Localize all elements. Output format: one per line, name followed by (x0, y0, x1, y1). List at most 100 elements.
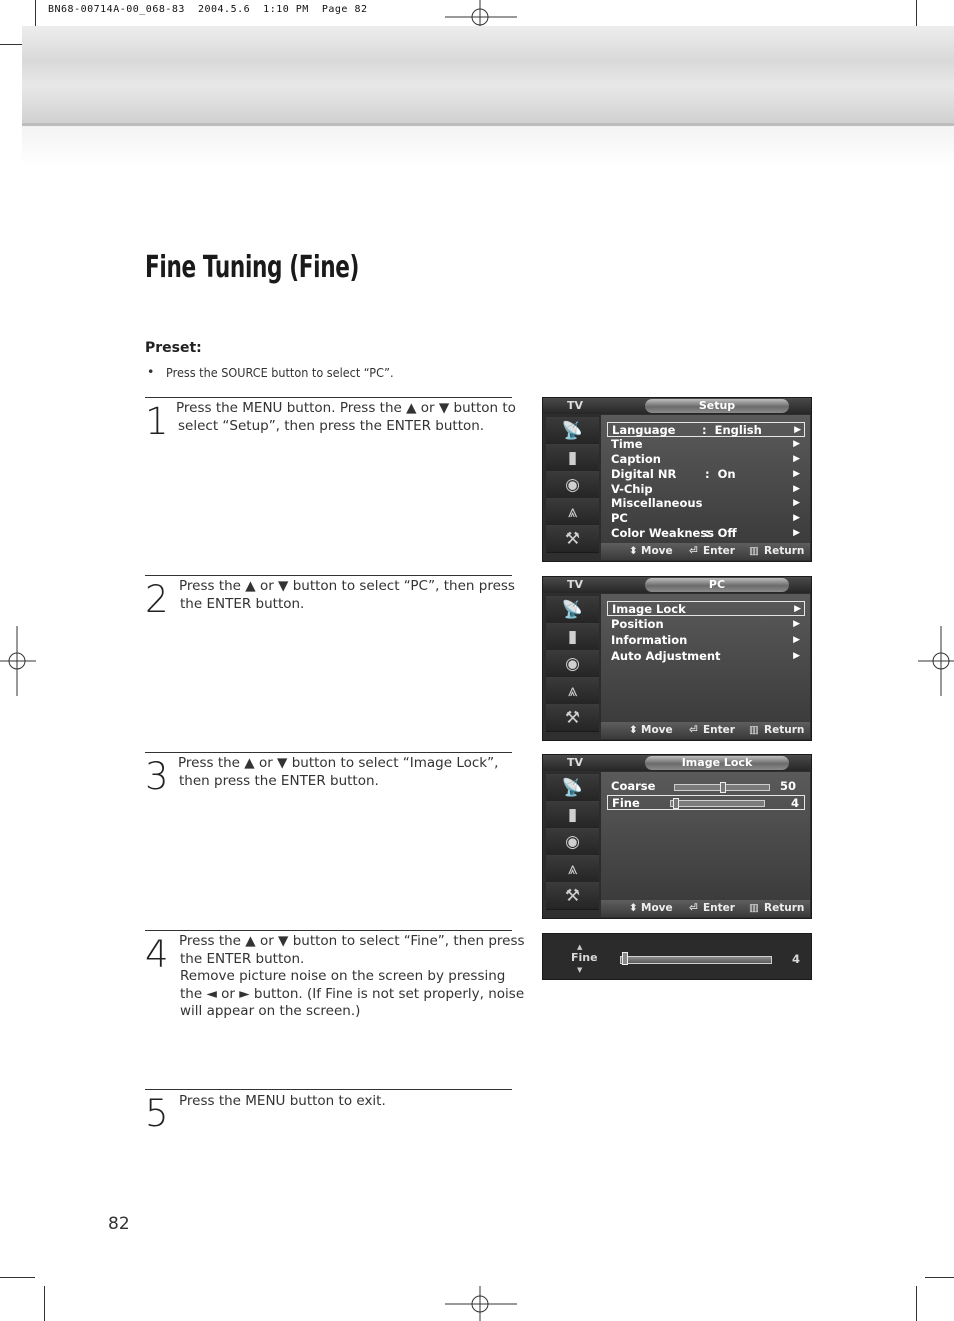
osd-setup-menu: TV Setup 📡 ▮ ◉ ⩓ ⚒ Language : English ▶ … (542, 397, 812, 562)
fine-slider-track[interactable] (670, 798, 765, 809)
menu-item-auto-adjustment[interactable]: Auto Adjustment ▶ (611, 649, 802, 664)
menu-item-time[interactable]: Time ▶ (611, 437, 802, 452)
osd-help-bar: ⬍ Move ⏎ Enter ▥ Return (601, 543, 810, 560)
menu-item-pc[interactable]: PC ▶ (611, 511, 802, 526)
sound-disc-icon[interactable]: ◉ (546, 828, 599, 856)
channel-antenna-icon[interactable]: ⩓ (546, 677, 599, 705)
osd-tv-label: TV (567, 756, 584, 769)
step-line: the ENTER button. (180, 595, 305, 612)
step-number: 4 (145, 933, 169, 976)
value-separator: : (702, 423, 707, 437)
fine-label: Fine (571, 951, 598, 964)
menu-item-information[interactable]: Information ▶ (611, 633, 802, 648)
submenu-arrow-icon: ▶ (793, 635, 800, 645)
move-icon: ⬍ (629, 902, 638, 914)
menu-item-language[interactable]: Language : English ▶ (607, 422, 805, 437)
page-title: Fine Tuning (Fine) (145, 250, 360, 285)
speaker-icon[interactable]: ▮ (546, 444, 599, 472)
fine-slider-track[interactable] (620, 956, 772, 964)
menu-item-digital-nr[interactable]: Digital NR : On ▶ (611, 467, 802, 482)
crop-mark (925, 1277, 954, 1278)
move-hint: Move (641, 545, 673, 557)
step-divider (145, 1089, 512, 1090)
menu-item-position[interactable]: Position ▶ (611, 617, 802, 632)
menu-item-label: Miscellaneous (611, 496, 703, 510)
channel-antenna-icon[interactable]: ⩓ (546, 498, 599, 526)
down-arrow-icon[interactable]: ▼ (577, 966, 582, 974)
menu-item-label: V-Chip (611, 482, 653, 496)
step-number: 5 (145, 1092, 169, 1135)
step-number: 3 (145, 755, 169, 798)
osd-tv-label: TV (567, 399, 584, 412)
submenu-arrow-icon: ▶ (793, 439, 800, 449)
slider-value: 4 (790, 796, 799, 810)
value-text: Off (717, 526, 737, 540)
preset-text: Press the SOURCE button to select “PC”. (166, 365, 394, 380)
header-fade (22, 126, 954, 166)
print-info: BN68-00714A-00_068-83 2004.5.6 1:10 PM P… (48, 4, 368, 15)
menu-item-miscellaneous[interactable]: Miscellaneous ▶ (611, 496, 802, 511)
satellite-dish-icon[interactable]: 📡 (546, 417, 599, 445)
slider-label: Coarse (611, 779, 656, 793)
satellite-dish-icon[interactable]: 📡 (546, 774, 599, 802)
move-hint: Move (641, 902, 673, 914)
osd-icon-sidebar: 📡 ▮ ◉ ⩓ ⚒ (544, 415, 601, 553)
satellite-dish-icon[interactable]: 📡 (546, 596, 599, 624)
header-band (22, 26, 954, 126)
submenu-arrow-icon: ▶ (793, 469, 800, 479)
slider-row-coarse[interactable]: Coarse 50 (611, 779, 802, 794)
menu-item-caption[interactable]: Caption ▶ (611, 452, 802, 467)
slider-row-fine[interactable]: Fine 4 (607, 795, 805, 810)
up-arrow-icon[interactable]: ▲ (577, 943, 582, 951)
step-line: Press the MENU button. Press the ▲ or ▼ … (176, 400, 516, 416)
setup-tools-icon[interactable]: ⚒ (546, 704, 599, 732)
submenu-arrow-icon: ▶ (794, 425, 801, 435)
step-divider (145, 575, 512, 576)
step-divider (145, 752, 512, 753)
menu-item-label: Time (611, 437, 643, 451)
submenu-arrow-icon: ▶ (793, 513, 800, 523)
osd-menu-panel: Language : English ▶ Time ▶ Caption ▶ Di… (601, 415, 810, 543)
setup-tools-icon[interactable]: ⚒ (546, 525, 599, 553)
menu-item-label: Caption (611, 452, 661, 466)
step-line: the ENTER button. (180, 950, 305, 967)
step-line: Press the ▲ or ▼ button to select “Image… (178, 755, 499, 771)
osd-menu-panel: Image Lock ▶ Position ▶ Information ▶ Au… (601, 594, 810, 722)
enter-hint: Enter (703, 724, 735, 736)
setup-tools-icon[interactable]: ⚒ (546, 882, 599, 910)
menu-item-color-weakness[interactable]: Color Weakness : Off ▶ (611, 526, 802, 541)
step-line: then press the ENTER button. (179, 772, 379, 789)
step-number: 1 (145, 400, 169, 443)
sound-disc-icon[interactable]: ◉ (546, 650, 599, 678)
fine-slider-knob[interactable] (622, 952, 628, 965)
crop-mark (0, 1277, 35, 1278)
osd-pc-menu: TV PC 📡 ▮ ◉ ⩓ ⚒ Image Lock ▶ Position ▶ … (542, 576, 812, 741)
value-separator: : (705, 526, 710, 540)
menu-item-image-lock[interactable]: Image Lock ▶ (607, 601, 805, 616)
return-icon: ▥ (749, 902, 759, 914)
menu-item-value: : On (705, 467, 736, 482)
menu-item-label: Auto Adjustment (611, 649, 721, 663)
preset-bullet: • (147, 364, 155, 379)
coarse-slider-knob[interactable] (720, 782, 726, 793)
step-line: select “Setup”, then press the ENTER but… (178, 417, 485, 434)
move-icon: ⬍ (629, 724, 638, 736)
enter-hint: Enter (703, 902, 735, 914)
menu-item-label: Language (612, 423, 676, 437)
osd-help-bar: ⬍ Move ⏎ Enter ▥ Return (601, 900, 810, 917)
step-line: Remove picture noise on the screen by pr… (180, 968, 506, 985)
speaker-icon[interactable]: ▮ (546, 623, 599, 651)
menu-item-v-chip[interactable]: V-Chip ▶ (611, 482, 802, 497)
speaker-icon[interactable]: ▮ (546, 801, 599, 829)
menu-item-label: Information (611, 633, 688, 647)
sound-disc-icon[interactable]: ◉ (546, 471, 599, 499)
channel-antenna-icon[interactable]: ⩓ (546, 855, 599, 883)
fine-slider-knob[interactable] (673, 798, 679, 809)
menu-item-label: Color Weakness (611, 526, 715, 540)
step-line: Press the ▲ or ▼ button to select “Fine”… (179, 933, 525, 949)
slider-value: 50 (779, 779, 796, 793)
osd-tv-label: TV (567, 578, 584, 591)
coarse-slider-track[interactable] (674, 782, 770, 793)
submenu-arrow-icon: ▶ (793, 619, 800, 629)
step-divider (145, 397, 512, 398)
